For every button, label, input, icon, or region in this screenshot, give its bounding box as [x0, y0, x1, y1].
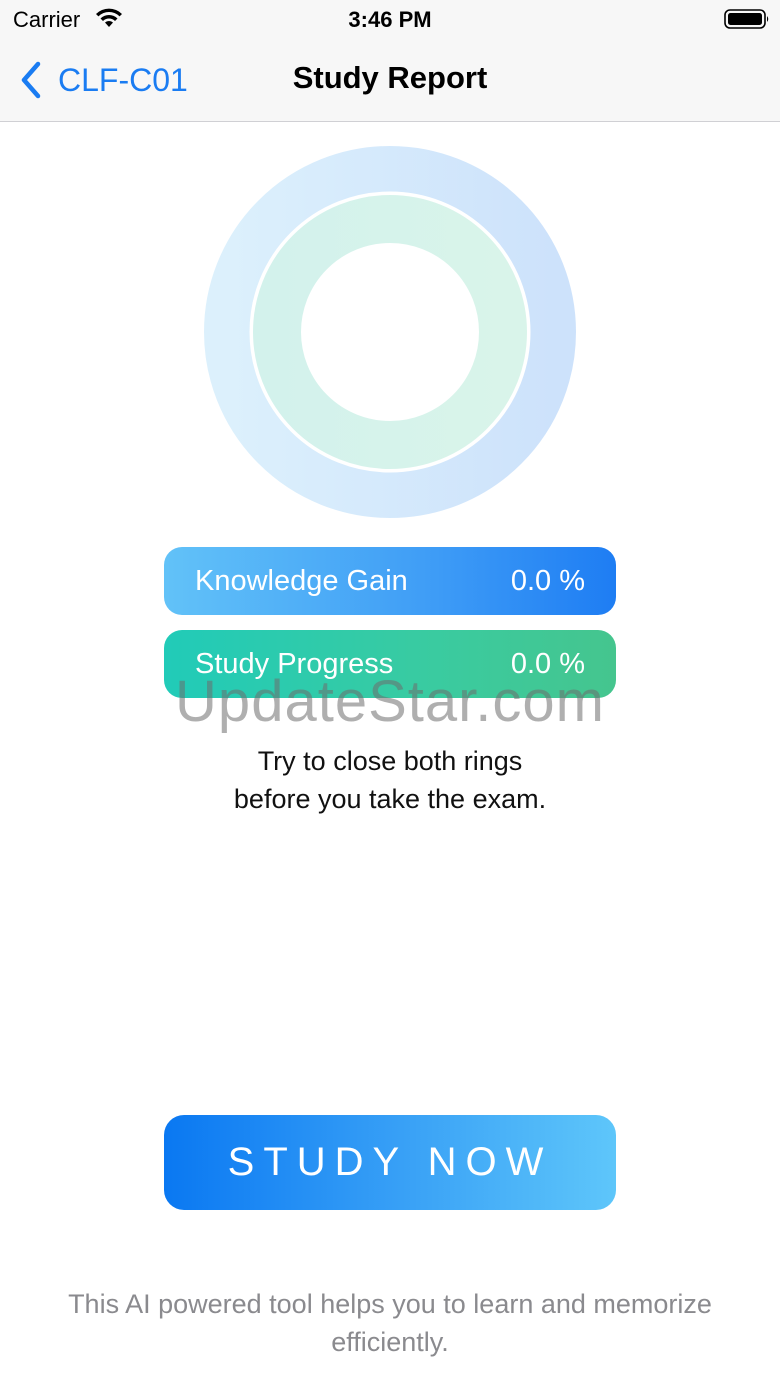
ring-hint-text: Try to close both rings before you take …	[0, 742, 780, 818]
battery-icon	[724, 9, 769, 29]
hint-line-1: Try to close both rings	[257, 746, 523, 776]
knowledge-gain-label: Knowledge Gain	[195, 564, 408, 597]
status-bar: Carrier 3:46 PM	[0, 0, 780, 40]
knowledge-gain-value: 0.0 %	[510, 564, 585, 597]
study-progress-label: Study Progress	[195, 647, 394, 680]
progress-rings	[204, 146, 576, 518]
page-title: Study Report	[292, 60, 488, 95]
footer-line-2: efficiently.	[331, 1327, 449, 1357]
navigation-bar: CLF-C01 Study Report	[0, 40, 780, 122]
study-now-button[interactable]: STUDY NOW	[164, 1115, 616, 1210]
study-report-screen: Carrier 3:46 PM CLF-C01 Study Report Kno…	[0, 0, 780, 1387]
status-time: 3:46 PM	[348, 7, 432, 32]
footer-text: This AI powered tool helps you to learn …	[0, 1285, 780, 1361]
knowledge-gain-pill: Knowledge Gain 0.0 %	[164, 547, 616, 615]
hint-line-2: before you take the exam.	[233, 784, 547, 814]
inner-ring-track	[253, 195, 527, 469]
study-progress-value: 0.0 %	[510, 647, 585, 680]
study-progress-pill: Study Progress 0.0 %	[164, 630, 616, 698]
footer-line-1: This AI powered tool helps you to learn …	[68, 1289, 712, 1319]
